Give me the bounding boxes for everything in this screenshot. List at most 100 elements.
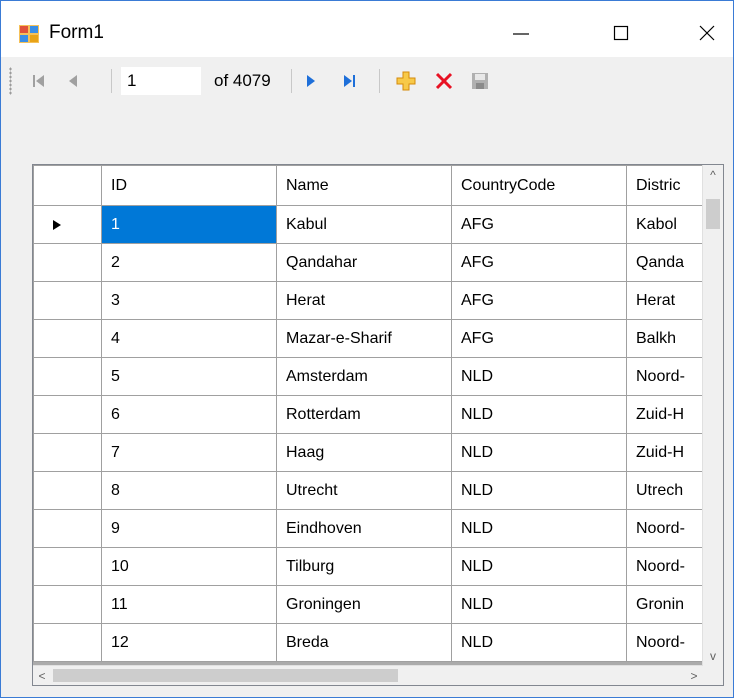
add-new-button[interactable]	[394, 69, 418, 93]
cell-name[interactable]: Mazar-e-Sharif	[276, 319, 452, 358]
cell-name[interactable]: Breda	[276, 623, 452, 662]
cell-name[interactable]: Haag	[276, 433, 452, 472]
top-left-header-cell[interactable]	[33, 165, 102, 206]
cell-district[interactable]: Noord-	[626, 623, 707, 662]
scroll-left-icon[interactable]: <	[33, 666, 51, 685]
position-textbox[interactable]	[121, 67, 201, 95]
scroll-up-icon[interactable]: ^	[703, 165, 723, 185]
table-row[interactable]: 11 Groningen NLD Gronin	[33, 585, 707, 624]
row-header-cell[interactable]	[33, 471, 102, 510]
data-grid-view[interactable]: ID Name CountryCode Distric 1 Kabul AFG Kab…	[32, 164, 724, 686]
column-header-countrycode[interactable]: CountryCode	[451, 165, 627, 206]
cell-id[interactable]: 1	[101, 205, 277, 244]
cell-district[interactable]: Noord-	[626, 357, 707, 396]
cell-district[interactable]: Noord-	[626, 509, 707, 548]
cell-district[interactable]: Zuid-H	[626, 433, 707, 472]
table-row[interactable]: 12 Breda NLD Noord-	[33, 623, 707, 662]
cell-name[interactable]: Herat	[276, 281, 452, 320]
cell-countrycode[interactable]: AFG	[451, 319, 627, 358]
move-last-button[interactable]	[337, 69, 361, 93]
cell-name[interactable]: Kabul	[276, 205, 452, 244]
table-row[interactable]: 2 Qandahar AFG Qanda	[33, 243, 707, 282]
cell-name[interactable]: Rotterdam	[276, 395, 452, 434]
cell-countrycode[interactable]: NLD	[451, 585, 627, 624]
cell-id[interactable]: 11	[101, 585, 277, 624]
close-button[interactable]	[681, 13, 733, 53]
cell-countrycode[interactable]: AFG	[451, 281, 627, 320]
table-row[interactable]: 8 Utrecht NLD Utrech	[33, 471, 707, 510]
cell-district[interactable]: Zuid-H	[626, 395, 707, 434]
row-header-cell[interactable]	[33, 281, 102, 320]
table-row[interactable]: 9 Eindhoven NLD Noord-	[33, 509, 707, 548]
move-next-button[interactable]	[299, 69, 323, 93]
cell-district[interactable]: Balkh	[626, 319, 707, 358]
scroll-right-icon[interactable]: >	[685, 666, 703, 685]
cell-countrycode[interactable]: NLD	[451, 433, 627, 472]
cell-id[interactable]: 10	[101, 547, 277, 586]
cell-id[interactable]: 12	[101, 623, 277, 662]
table-row[interactable]: 4 Mazar-e-Sharif AFG Balkh	[33, 319, 707, 358]
cell-district[interactable]: Herat	[626, 281, 707, 320]
cell-id[interactable]: 9	[101, 509, 277, 548]
move-previous-button[interactable]	[61, 69, 85, 93]
table-row[interactable]: 7 Haag NLD Zuid-H	[33, 433, 707, 472]
cell-countrycode[interactable]: NLD	[451, 357, 627, 396]
delete-button[interactable]	[432, 69, 456, 93]
app-icon	[19, 25, 39, 43]
cell-countrycode[interactable]: AFG	[451, 205, 627, 244]
maximize-button[interactable]	[595, 13, 647, 53]
horizontal-scrollbar[interactable]: < >	[33, 665, 703, 685]
row-header-cell[interactable]	[33, 623, 102, 662]
column-header-district[interactable]: Distric	[626, 165, 707, 206]
cell-id[interactable]: 7	[101, 433, 277, 472]
minimize-button[interactable]	[495, 13, 547, 53]
column-header-id[interactable]: ID	[101, 165, 277, 206]
toolbar-grip[interactable]	[9, 67, 12, 95]
row-header-cell[interactable]	[33, 243, 102, 282]
title-bar[interactable]: Form1	[1, 1, 733, 57]
cell-countrycode[interactable]: AFG	[451, 243, 627, 282]
row-header-cell[interactable]	[33, 433, 102, 472]
cell-district[interactable]: Utrech	[626, 471, 707, 510]
move-first-button[interactable]	[27, 69, 51, 93]
table-row[interactable]: 1 Kabul AFG Kabol	[33, 205, 707, 244]
horizontal-scroll-thumb[interactable]	[53, 669, 398, 682]
cell-id[interactable]: 2	[101, 243, 277, 282]
table-row[interactable]: 10 Tilburg NLD Noord-	[33, 547, 707, 586]
table-row[interactable]: 5 Amsterdam NLD Noord-	[33, 357, 707, 396]
cell-countrycode[interactable]: NLD	[451, 509, 627, 548]
cell-name[interactable]: Qandahar	[276, 243, 452, 282]
cell-district[interactable]: Kabol	[626, 205, 707, 244]
row-header-cell[interactable]	[33, 319, 102, 358]
cell-district[interactable]: Noord-	[626, 547, 707, 586]
cell-countrycode[interactable]: NLD	[451, 547, 627, 586]
cell-id[interactable]: 4	[101, 319, 277, 358]
row-header-cell[interactable]	[33, 205, 102, 244]
cell-district[interactable]: Qanda	[626, 243, 707, 282]
cell-id[interactable]: 6	[101, 395, 277, 434]
cell-name[interactable]: Eindhoven	[276, 509, 452, 548]
row-header-cell[interactable]	[33, 357, 102, 396]
cell-name[interactable]: Tilburg	[276, 547, 452, 586]
row-header-cell[interactable]	[33, 509, 102, 548]
column-header-name[interactable]: Name	[276, 165, 452, 206]
cell-countrycode[interactable]: NLD	[451, 623, 627, 662]
cell-name[interactable]: Utrecht	[276, 471, 452, 510]
cell-countrycode[interactable]: NLD	[451, 471, 627, 510]
cell-district[interactable]: Gronin	[626, 585, 707, 624]
table-row[interactable]: 6 Rotterdam NLD Zuid-H	[33, 395, 707, 434]
scroll-down-icon[interactable]: v	[703, 646, 723, 666]
cell-name[interactable]: Amsterdam	[276, 357, 452, 396]
row-header-cell[interactable]	[33, 547, 102, 586]
vertical-scrollbar[interactable]: ^ v	[702, 165, 723, 666]
save-button[interactable]	[468, 69, 492, 93]
vertical-scroll-thumb[interactable]	[706, 199, 720, 229]
cell-name[interactable]: Groningen	[276, 585, 452, 624]
cell-id[interactable]: 5	[101, 357, 277, 396]
row-header-cell[interactable]	[33, 395, 102, 434]
cell-id[interactable]: 8	[101, 471, 277, 510]
table-row[interactable]: 3 Herat AFG Herat	[33, 281, 707, 320]
cell-countrycode[interactable]: NLD	[451, 395, 627, 434]
row-header-cell[interactable]	[33, 585, 102, 624]
cell-id[interactable]: 3	[101, 281, 277, 320]
